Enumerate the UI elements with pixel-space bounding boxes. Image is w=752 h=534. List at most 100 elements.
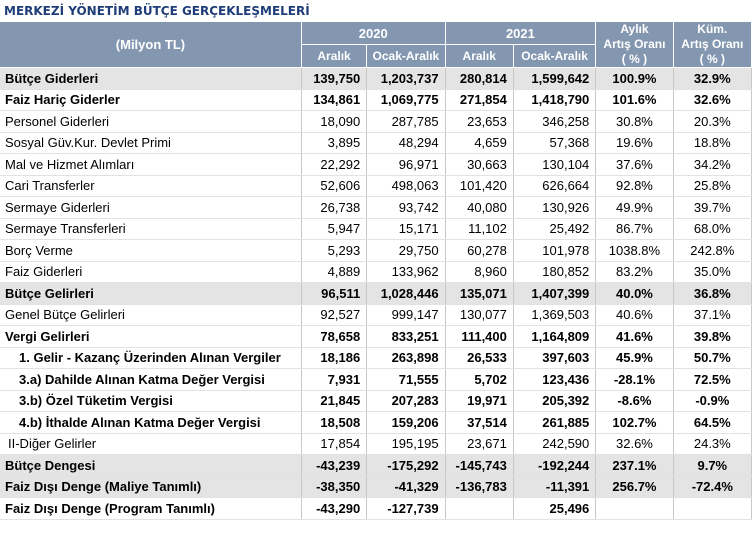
sub-header-2020-december: Aralık [301,44,368,68]
percent-cell: 25.8% [673,175,752,197]
percent-cell: 39.7% [673,196,752,219]
amount-cell: 92,527 [301,304,368,326]
amount-cell: 5,293 [301,239,368,262]
table-row: Sosyal Güv.Kur. Devlet Primi 3,895 48,294 4… [0,132,752,154]
amount-cell: 17,854 [301,433,368,455]
table-row: Cari Transferler 52,606 498,063 101,420 626,… [0,175,752,197]
percent-cell: 18.8% [673,132,752,154]
amount-cell: 130,926 [513,196,597,219]
percent-cell: 34.2% [673,153,752,176]
amount-cell: 40,080 [445,196,514,219]
row-label: Bütçe Giderleri [0,67,302,90]
row-label: 3.b) Özel Tüketim Vergisi [0,390,302,412]
row-label: Sermaye Giderleri [0,196,302,219]
table-row: II-Diğer Gelirler 17,854 195,195 23,671 242,… [0,433,752,455]
percent-cell: 1038.8% [595,239,674,262]
percent-cell: 237.1% [595,454,674,477]
percent-cell: 64.5% [673,411,752,434]
row-label: Genel Bütçe Gelirleri [0,304,302,326]
sub-header-2020-jan-dec: Ocak-Aralık [366,44,446,68]
row-label: Faiz Dışı Denge (Maliye Tanımlı) [0,476,302,498]
amount-cell: 57,368 [513,132,597,154]
amount-cell: 134,861 [301,89,368,111]
amount-cell: 4,889 [301,261,368,283]
table-row: Faiz Dışı Denge (Program Tanımlı) -43,290… [0,497,752,520]
amount-cell: 15,171 [366,218,446,240]
amount-cell: 195,195 [366,433,446,455]
table-row: Mal ve Hizmet Alımları 22,292 96,971 30,663… [0,153,752,176]
amount-cell: 626,664 [513,175,597,197]
amount-cell: 23,671 [445,433,514,455]
table-row: Vergi Gelirleri 78,658 833,251 111,400 1,164… [0,325,752,348]
amount-cell: 280,814 [445,67,514,90]
table-row: Sermaye Transferleri 5,947 15,171 11,102 25,… [0,218,752,240]
amount-cell: 833,251 [366,325,446,348]
percent-cell: 24.3% [673,433,752,455]
row-label: Sermaye Transferleri [0,218,302,240]
amount-cell: 1,203,737 [366,67,446,90]
amount-cell: 8,960 [445,261,514,283]
amount-cell: -192,244 [513,454,597,477]
percent-cell: 83.2% [595,261,674,283]
amount-cell: 96,971 [366,153,446,176]
amount-cell: 207,283 [366,390,446,412]
table-row: Bütçe Dengesi -43,239 -175,292 -145,743 -192… [0,454,752,477]
amount-cell: 11,102 [445,218,514,240]
cumulative-change-header: Küm. Artış Oranı ( % ) [673,22,752,68]
percent-cell: -8.6% [595,390,674,412]
amount-cell: 37,514 [445,411,514,434]
budget-table: (Milyon TL) 2020 2021 Aylık Artış Oranı … [0,22,752,520]
percent-cell: -28.1% [595,368,674,391]
table-row: Faiz Hariç Giderler 134,861 1,069,775 271,8… [0,89,752,111]
percent-cell: 37.1% [673,304,752,326]
percent-cell: 39.8% [673,325,752,348]
percent-cell: 92.8% [595,175,674,197]
amount-cell: -38,350 [301,476,368,498]
percent-cell: 86.7% [595,218,674,240]
amount-cell: -43,290 [301,497,368,520]
amount-cell: 271,854 [445,89,514,111]
amount-cell: -11,391 [513,476,597,498]
amount-cell: 18,090 [301,110,368,133]
row-label: Sosyal Güv.Kur. Devlet Primi [0,132,302,154]
amount-cell: 18,508 [301,411,368,434]
table-row: Genel Bütçe Gelirleri 92,527 999,147 130,07… [0,304,752,326]
percent-cell: 100.9% [595,67,674,90]
year-2021-header: 2021 [445,22,597,46]
table-row: 3.a) Dahilde Alınan Katma Değer Vergisi 7… [0,368,752,391]
row-label: Borç Verme [0,239,302,262]
amount-cell: 4,659 [445,132,514,154]
amount-cell [445,497,514,520]
amount-cell: 30,663 [445,153,514,176]
percent-cell: 40.0% [595,282,674,305]
amount-cell: 96,511 [301,282,368,305]
row-label: 3.a) Dahilde Alınan Katma Değer Vergisi [0,368,302,391]
table-row: Bütçe Giderleri 139,750 1,203,737 280,814 1,… [0,67,752,90]
row-label: Bütçe Dengesi [0,454,302,477]
amount-cell: 18,186 [301,347,368,369]
table-row: Faiz Dışı Denge (Maliye Tanımlı) -38,350 -… [0,476,752,498]
amount-cell: -145,743 [445,454,514,477]
amount-cell: 397,603 [513,347,597,369]
amount-cell: 23,653 [445,110,514,133]
amount-cell: 498,063 [366,175,446,197]
amount-cell: 93,742 [366,196,446,219]
table-row: Faiz Giderleri 4,889 133,962 8,960 180,852 83… [0,261,752,283]
row-label: Bütçe Gelirleri [0,282,302,305]
amount-cell: 205,392 [513,390,597,412]
amount-cell: 25,496 [513,497,597,520]
table-row: 3.b) Özel Tüketim Vergisi 21,845 207,283 19… [0,390,752,412]
percent-cell: 101.6% [595,89,674,111]
amount-cell: 19,971 [445,390,514,412]
percent-cell: 32.6% [673,89,752,111]
amount-cell: 242,590 [513,433,597,455]
row-label: Faiz Dışı Denge (Program Tanımlı) [0,497,302,520]
amount-cell: 7,931 [301,368,368,391]
percent-cell: 102.7% [595,411,674,434]
amount-cell: 5,947 [301,218,368,240]
amount-cell: 130,077 [445,304,514,326]
table-row: Borç Verme 5,293 29,750 60,278 101,978 1038.8… [0,239,752,262]
amount-cell: 1,028,446 [366,282,446,305]
amount-cell: 1,369,503 [513,304,597,326]
unit-label: (Milyon TL) [0,22,302,68]
